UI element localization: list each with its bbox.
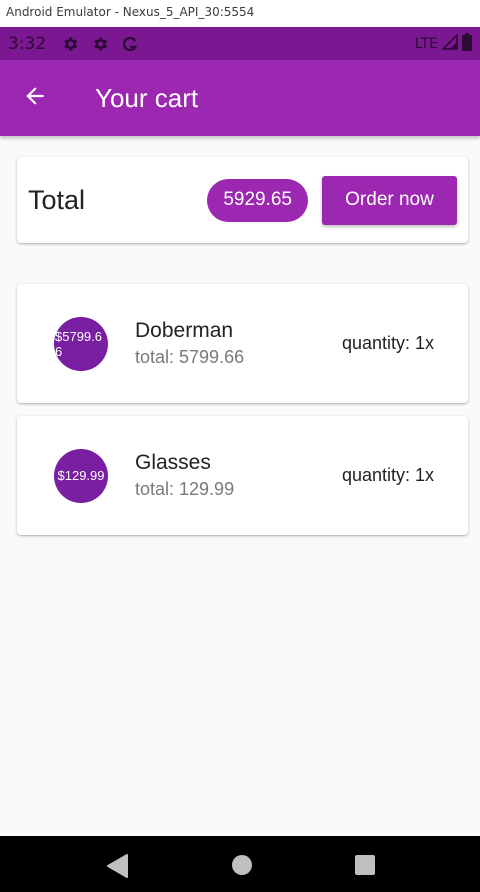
settings-icon <box>60 34 80 54</box>
item-name: Glasses <box>135 451 211 474</box>
item-price-avatar-text: $5799.66 <box>55 328 102 359</box>
back-button[interactable] <box>20 83 50 113</box>
status-bar: 3:32 LTE <box>0 27 480 60</box>
network-type: LTE <box>414 35 438 52</box>
page-title: Your cart <box>95 82 199 113</box>
cart-item[interactable]: $129.99 Glasses total: 129.99 quantity: … <box>17 416 468 535</box>
cart-item[interactable]: $5799.66 Doberman total: 5799.66 quantit… <box>17 284 468 403</box>
item-name: Doberman <box>135 319 234 342</box>
status-right: LTE <box>414 32 472 55</box>
item-price-avatar: $129.99 <box>54 448 108 503</box>
item-quantity: quantity: 1x <box>341 465 434 485</box>
item-info: Doberman total: 5799.66 <box>135 319 244 368</box>
item-quantity: quantity: 1x <box>341 333 434 353</box>
nav-back-button[interactable] <box>106 854 128 882</box>
item-total: total: 5799.66 <box>135 347 245 367</box>
app-bar: Your cart <box>0 60 480 136</box>
circle-home-icon <box>231 854 253 880</box>
item-total: total: 129.99 <box>135 479 235 499</box>
total-label: Total <box>28 184 86 215</box>
order-now-button[interactable]: Order now <box>322 175 457 225</box>
item-info: Glasses total: 129.99 <box>135 451 234 500</box>
signal-icon <box>441 32 458 54</box>
battery-icon <box>462 32 472 55</box>
emulator-window-title: Android Emulator - Nexus_5_API_30:5554 <box>0 0 480 27</box>
status-time: 3:32 <box>8 33 47 54</box>
total-summary-card: Total 5929.65 Order now <box>17 157 468 243</box>
system-nav-bar <box>0 836 480 892</box>
triangle-back-icon <box>106 854 128 882</box>
square-recents-icon <box>354 854 376 880</box>
total-amount-chip: 5929.65 <box>207 178 308 222</box>
item-price-avatar: $5799.66 <box>54 316 108 371</box>
nav-recents-button[interactable] <box>354 854 376 880</box>
settings-icon <box>90 34 110 54</box>
google-icon <box>120 34 140 54</box>
arrow-back-icon <box>22 83 48 113</box>
item-price-avatar-text: $129.99 <box>57 468 105 483</box>
nav-home-button[interactable] <box>231 854 253 880</box>
